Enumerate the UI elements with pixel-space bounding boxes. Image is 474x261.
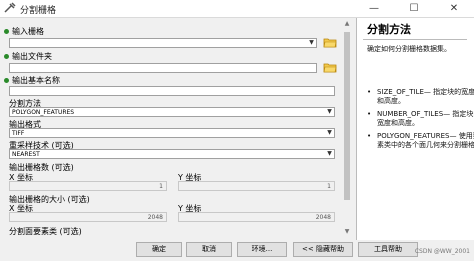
help-option-list: SIZE_OF_TILE— 指定块的宽度和高度。 NUMBER_OF_TILES…	[367, 88, 474, 154]
tile-count-x-value: 1	[159, 183, 163, 190]
help-panel: 分割方法 确定如何分割栅格数据集。 SIZE_OF_TILE— 指定块的宽度和高…	[356, 18, 474, 240]
cancel-button[interactable]: 取消	[186, 242, 232, 257]
tile-count-y-input[interactable]: 1	[178, 181, 335, 191]
tile-size-x-value: 2048	[147, 214, 163, 221]
required-dot-icon	[4, 29, 9, 34]
help-title: 分割方法	[367, 23, 411, 36]
browse-folder-icon[interactable]	[323, 36, 337, 48]
vertical-scrollbar[interactable]: ▲ ▼	[342, 18, 352, 240]
input-raster-label: 输入栅格	[4, 26, 44, 37]
chevron-down-icon: ▼	[327, 108, 332, 115]
window-title: 分割栅格	[20, 6, 57, 16]
base-name-label: 输出基本名称	[4, 75, 60, 86]
chevron-down-icon: ▼	[309, 39, 314, 46]
help-option-item: POLYGON_FEATURES— 使用要素类中的各个面几何来分割栅格	[367, 132, 474, 150]
scroll-thumb[interactable]	[344, 32, 350, 200]
tool-help-button[interactable]: 工具帮助	[358, 242, 418, 257]
tile-count-y-value: 1	[327, 183, 331, 190]
scroll-up-icon[interactable]: ▲	[343, 20, 351, 30]
tile-size-x-input[interactable]: 2048	[9, 212, 167, 222]
tile-count-x-input[interactable]: 1	[9, 181, 167, 191]
split-raster-tool-icon	[4, 2, 16, 13]
browse-folder-icon[interactable]	[323, 61, 337, 73]
environments-button[interactable]: 环境...	[237, 242, 287, 257]
help-option-item: SIZE_OF_TILE— 指定块的宽度和高度。	[367, 88, 474, 106]
split-features-label: 分割面要素类 (可选)	[9, 227, 82, 236]
parameter-panel: 输入栅格 ▼ 输出文件夹 输出基本名称 分割方法 POLYGON_FEATURE…	[0, 18, 352, 240]
help-option-item: NUMBER_OF_TILES— 指定块的宽度和高度。	[367, 110, 474, 128]
maximize-button[interactable]: ☐	[394, 0, 434, 17]
help-description: 确定如何分割栅格数据集。	[367, 45, 451, 53]
required-dot-icon	[4, 54, 9, 59]
input-raster-dropdown[interactable]: ▼	[9, 38, 317, 48]
resample-dropdown[interactable]: NEAREST ▼	[9, 149, 335, 159]
title-bar: 分割栅格 — ☐ ✕	[0, 0, 474, 18]
hide-help-button[interactable]: << 隐藏帮助	[293, 242, 353, 257]
tile-size-y-value: 2048	[315, 214, 331, 221]
output-format-value: TIFF	[12, 130, 25, 137]
minimize-button[interactable]: —	[354, 0, 394, 17]
required-dot-icon	[4, 78, 9, 83]
split-method-value: POLYGON_FEATURES	[12, 109, 75, 116]
base-name-input[interactable]	[9, 86, 335, 96]
close-button[interactable]: ✕	[434, 0, 474, 17]
output-format-dropdown[interactable]: TIFF ▼	[9, 128, 335, 138]
chevron-down-icon: ▼	[327, 150, 332, 157]
split-method-dropdown[interactable]: POLYGON_FEATURES ▼	[9, 107, 335, 117]
output-folder-input[interactable]	[9, 63, 317, 73]
help-divider	[363, 39, 467, 40]
button-bar: 确定 取消 环境... << 隐藏帮助 工具帮助 CSDN @WW_2001	[0, 240, 474, 261]
output-folder-label: 输出文件夹	[4, 51, 52, 62]
resample-value: NEAREST	[12, 151, 40, 158]
scroll-down-icon[interactable]: ▼	[343, 228, 351, 238]
ok-button[interactable]: 确定	[136, 242, 182, 257]
watermark: CSDN @WW_2001	[414, 248, 470, 255]
tile-size-y-input[interactable]: 2048	[178, 212, 335, 222]
chevron-down-icon: ▼	[327, 129, 332, 136]
